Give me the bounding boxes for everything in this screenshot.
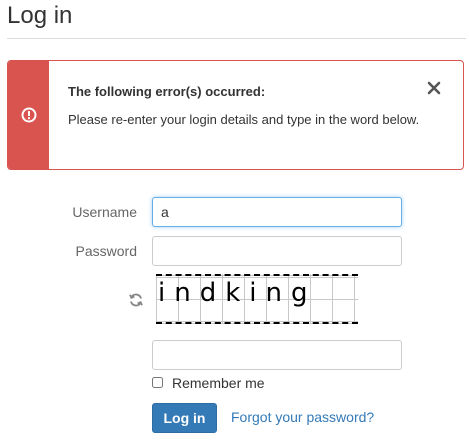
username-input[interactable] [152,197,402,227]
password-label: Password [75,243,137,259]
captcha-input[interactable] [152,340,402,370]
forgot-password-link[interactable]: Forgot your password? [231,409,374,425]
remember-me-label[interactable]: Remember me [172,375,265,391]
username-label: Username [72,204,137,220]
page-title: Log in [7,2,73,29]
login-button[interactable]: Log in [152,403,217,433]
alert-heading: The following error(s) occurred: [68,84,266,99]
captcha-image: indking [156,274,358,324]
captcha-word: indking [158,278,317,308]
close-icon[interactable] [427,81,441,95]
refresh-icon[interactable] [128,292,144,308]
error-alert: The following error(s) occurred: Please … [7,60,464,170]
alert-stripe [8,61,49,169]
error-circle-icon [21,107,37,123]
alert-message: Please re-enter your login details and t… [68,112,420,127]
title-divider [7,38,466,39]
password-input[interactable] [152,236,402,266]
remember-me-checkbox[interactable] [152,377,163,388]
